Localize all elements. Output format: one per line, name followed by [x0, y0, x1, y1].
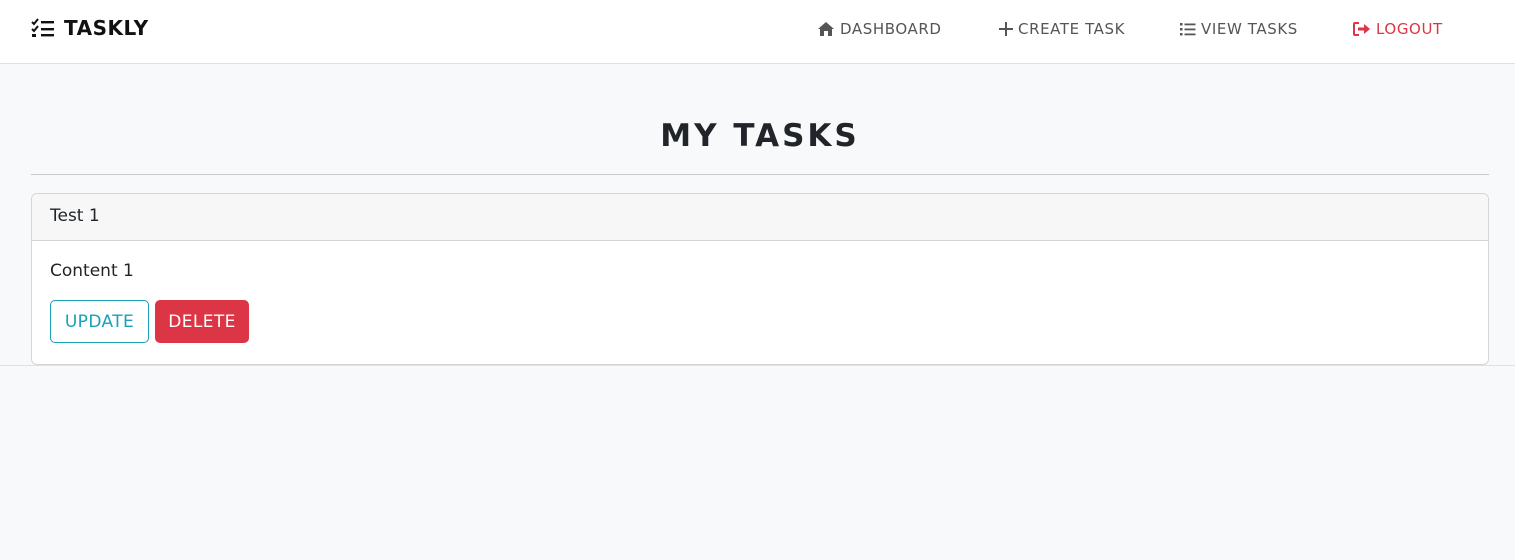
sign-out-icon — [1353, 22, 1370, 36]
update-button[interactable]: UPDATE — [50, 300, 149, 343]
task-card: Test 1 Content 1 UPDATE DELETE — [31, 193, 1489, 365]
plus-icon — [999, 22, 1013, 36]
nav-link-create-task[interactable]: CREATE TASK — [999, 20, 1180, 38]
nav-link-view-tasks-label: VIEW TASKS — [1201, 20, 1298, 38]
top-navbar: TASKLY DASHBOARD CREATE TASK VIEW TASKS … — [0, 0, 1515, 64]
brand-name: TASKLY — [64, 16, 149, 40]
nav-link-logout-label: LOGOUT — [1376, 20, 1443, 38]
title-divider — [31, 174, 1489, 175]
home-icon — [818, 22, 834, 36]
list-icon — [1180, 23, 1196, 36]
task-card-content: Content 1 — [50, 261, 134, 281]
task-card-title: Test 1 — [32, 194, 1488, 241]
page-title: MY TASKS — [660, 118, 860, 154]
nav-link-dashboard[interactable]: DASHBOARD — [817, 20, 999, 38]
nav-link-logout[interactable]: LOGOUT — [1353, 20, 1443, 38]
task-card-actions: UPDATE DELETE — [50, 300, 1470, 343]
nav-links: DASHBOARD CREATE TASK VIEW TASKS LOGOUT — [817, 20, 1443, 38]
task-card-body: Content 1 UPDATE DELETE — [32, 241, 1488, 363]
delete-button[interactable]: DELETE — [155, 300, 249, 343]
nav-link-create-task-label: CREATE TASK — [1018, 20, 1126, 38]
nav-link-view-tasks[interactable]: VIEW TASKS — [1180, 20, 1353, 38]
tasks-list-icon — [31, 18, 54, 37]
content-divider — [0, 365, 1515, 366]
nav-link-dashboard-label: DASHBOARD — [840, 20, 942, 38]
brand-logo[interactable]: TASKLY — [31, 16, 149, 40]
